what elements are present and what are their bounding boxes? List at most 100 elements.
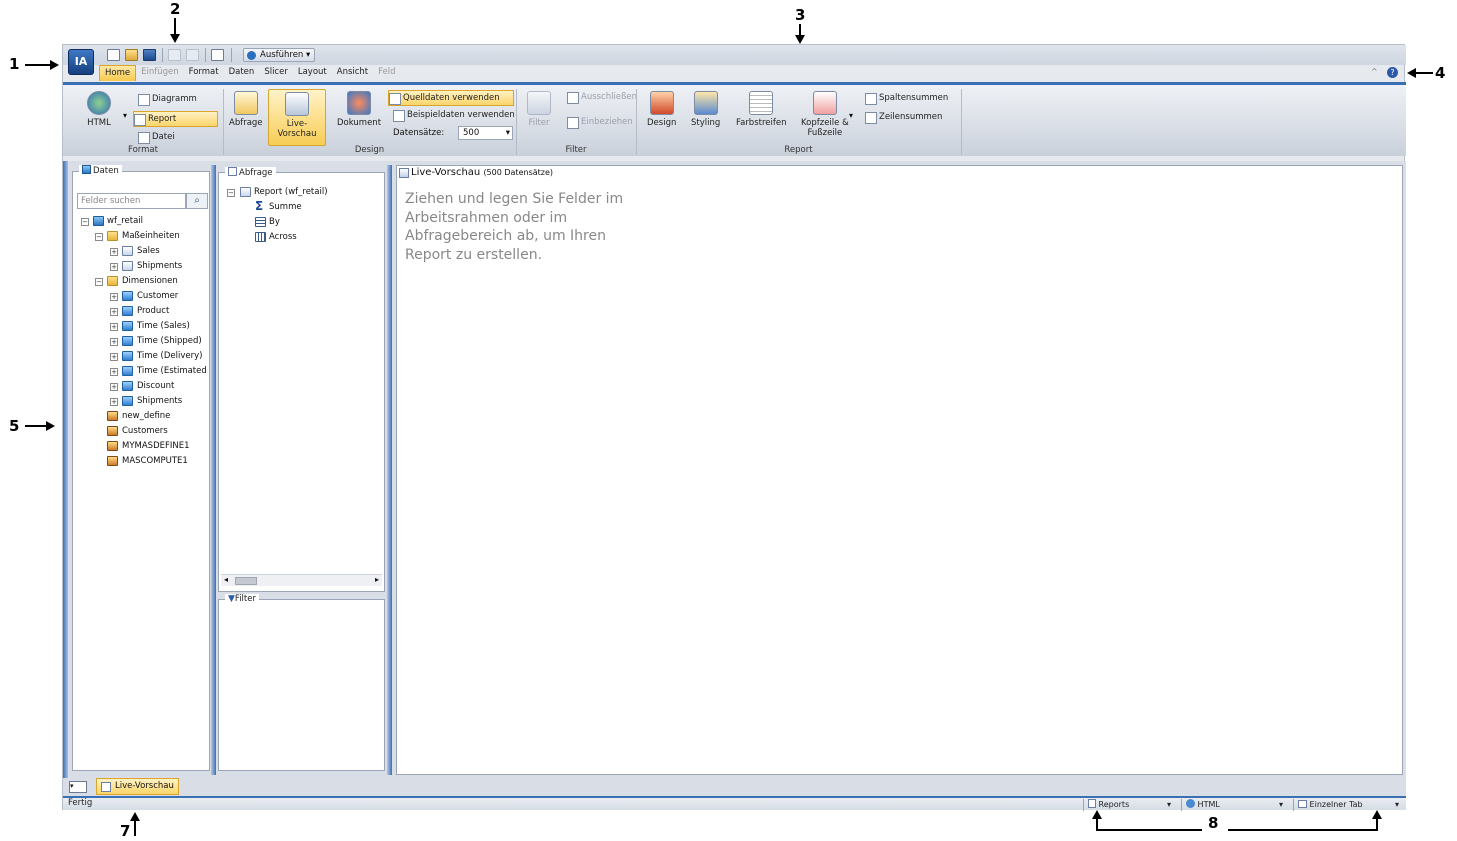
tree-item-wf-retail[interactable]: wf_retail	[107, 214, 143, 228]
save-icon[interactable]	[143, 49, 156, 61]
abfrage-button[interactable]: Abfrage	[229, 91, 263, 128]
collapse-icon[interactable]: −	[95, 233, 103, 241]
tree-item-mascompute1[interactable]: MASCOMPUTE1	[122, 454, 188, 468]
tab-live-vorschau[interactable]: Live-Vorschau	[96, 778, 179, 795]
kopfzeile-button[interactable]: Kopfzeile & Fußzeile	[801, 91, 849, 138]
dokument-button[interactable]: Dokument	[337, 91, 381, 128]
tab-mode-dropdown[interactable]: Einzelner Tab ▾	[1293, 799, 1401, 811]
tree-item-time-estimated[interactable]: Time (Estimated D	[137, 364, 209, 378]
expand-icon[interactable]: +	[110, 398, 118, 406]
html-dropdown[interactable]: HTML ▾	[1181, 799, 1285, 811]
report-dropdown-icon[interactable]: ▾	[849, 111, 853, 120]
horizontal-scrollbar[interactable]: ◂ ▸	[221, 574, 382, 586]
datensaetze-select[interactable]: 500 ▾	[458, 126, 513, 140]
expand-icon[interactable]: +	[110, 368, 118, 376]
query-by-node[interactable]: By	[269, 215, 280, 229]
datei-button[interactable]: Datei	[138, 130, 175, 146]
tree-item-mymasdefine1[interactable]: MYMASDEFINE1	[122, 439, 190, 453]
run-button[interactable]: Ausführen ▾	[243, 48, 316, 62]
data-panel-title-text: Daten	[93, 166, 119, 176]
tab-einfügen[interactable]: Einfügen	[136, 65, 184, 81]
tree-item-customers[interactable]: Customers	[122, 424, 168, 438]
scroll-right-icon[interactable]: ▸	[375, 575, 379, 584]
open-icon[interactable]	[125, 49, 138, 61]
ausschliessen-button[interactable]: Ausschließen	[567, 90, 637, 106]
expand-icon[interactable]: +	[110, 308, 118, 316]
query-panel-title: Abfrage	[225, 167, 276, 178]
measure-icon	[122, 246, 133, 256]
diagramm-button[interactable]: Diagramm	[138, 92, 197, 108]
expand-icon[interactable]: +	[110, 323, 118, 331]
query-summe-node[interactable]: Summe	[269, 200, 302, 214]
splitter-2[interactable]	[387, 165, 392, 775]
tree-item-time-sales[interactable]: Time (Sales)	[137, 319, 190, 333]
html-label: HTML	[87, 118, 111, 128]
define-icon	[107, 411, 118, 421]
live-vorschau-button[interactable]: Live- Vorschau	[268, 89, 326, 146]
new-icon[interactable]	[107, 49, 120, 61]
reports-dropdown[interactable]: Reports ▾	[1083, 799, 1173, 811]
tree-item-sales[interactable]: Sales	[137, 244, 160, 258]
tab-home[interactable]: Home	[99, 65, 137, 81]
scroll-left-icon[interactable]: ◂	[224, 575, 228, 584]
expand-icon[interactable]: +	[110, 293, 118, 301]
tree-item-time-shipped[interactable]: Time (Shipped)	[137, 334, 202, 348]
design-button[interactable]: Design	[647, 91, 676, 128]
format-dropdown-icon[interactable]: ▾	[123, 111, 127, 120]
tree-item-customer[interactable]: Customer	[137, 289, 178, 303]
search-input[interactable]: Felder suchen	[77, 193, 186, 209]
redo-icon[interactable]	[186, 49, 199, 61]
tree-item-shipments-measure[interactable]: Shipments	[137, 259, 182, 273]
minimize-ribbon-icon[interactable]: ^	[1371, 67, 1378, 76]
expand-icon[interactable]: +	[110, 248, 118, 256]
tree-item-product[interactable]: Product	[137, 304, 169, 318]
collapse-icon[interactable]: −	[227, 189, 235, 197]
expand-icon[interactable]: +	[110, 353, 118, 361]
reports-icon	[1088, 799, 1096, 808]
spaltensummen-button[interactable]: Spaltensummen	[865, 91, 948, 107]
tab-layout[interactable]: Layout	[293, 65, 332, 81]
query-panel-title-text: Abfrage	[239, 168, 273, 178]
expand-icon[interactable]: +	[110, 263, 118, 271]
live-vorschau-label-1: Live-	[286, 119, 308, 129]
tab-feld[interactable]: Feld	[373, 65, 400, 81]
collapse-icon[interactable]: −	[81, 218, 89, 226]
styling-button[interactable]: Styling	[691, 91, 720, 128]
tab-slicer[interactable]: Slicer	[259, 65, 293, 81]
farbstreifen-button[interactable]: Farbstreifen	[736, 91, 786, 128]
undo-icon[interactable]	[168, 49, 181, 61]
query-across-node[interactable]: Across	[269, 230, 297, 244]
expand-icon[interactable]: +	[110, 338, 118, 346]
preview-icon[interactable]	[211, 49, 224, 61]
zeilensummen-button[interactable]: Zeilensummen	[865, 110, 942, 126]
tree-item-time-delivery[interactable]: Time (Delivery)	[137, 349, 202, 363]
quelldaten-button[interactable]: Quelldaten verwenden	[388, 90, 514, 106]
tab-format[interactable]: Format	[184, 65, 224, 81]
callout-5: 5	[9, 417, 20, 435]
tree-item-dimensionen[interactable]: Dimensionen	[122, 274, 178, 288]
collapse-icon[interactable]: −	[95, 278, 103, 286]
preview-header: Live-Vorschau (500 Datensätze)	[397, 166, 1402, 180]
data-panel-title: Daten	[79, 165, 122, 176]
tab-ansicht[interactable]: Ansicht	[332, 65, 373, 81]
scroll-thumb[interactable]	[235, 577, 257, 585]
define-icon	[107, 456, 118, 466]
query-report-node[interactable]: Report (wf_retail)	[254, 185, 328, 199]
html-button[interactable]: HTML	[87, 91, 111, 128]
app-logo-icon[interactable]: IA	[68, 49, 94, 75]
window-list-icon[interactable]: ▾	[69, 781, 87, 793]
report-button[interactable]: Report	[133, 111, 218, 127]
einbeziehen-button[interactable]: Einbeziehen	[567, 115, 633, 131]
search-icon[interactable]: ⌕	[186, 193, 208, 209]
help-icon[interactable]: ?	[1387, 67, 1398, 78]
tree-item-discount[interactable]: Discount	[137, 379, 174, 393]
tree-item-massen[interactable]: Maßeinheiten	[122, 229, 180, 243]
beispieldaten-button[interactable]: Beispieldaten verwenden	[393, 108, 515, 124]
splitter-1[interactable]	[211, 165, 216, 775]
filter-button[interactable]: Filter	[527, 91, 551, 128]
chevron-down-icon: ▾	[1166, 800, 1171, 809]
tree-item-new-define[interactable]: new_define	[122, 409, 170, 423]
tree-item-shipments-dimension[interactable]: Shipments	[137, 394, 182, 408]
expand-icon[interactable]: +	[110, 383, 118, 391]
tab-daten[interactable]: Daten	[224, 65, 260, 81]
